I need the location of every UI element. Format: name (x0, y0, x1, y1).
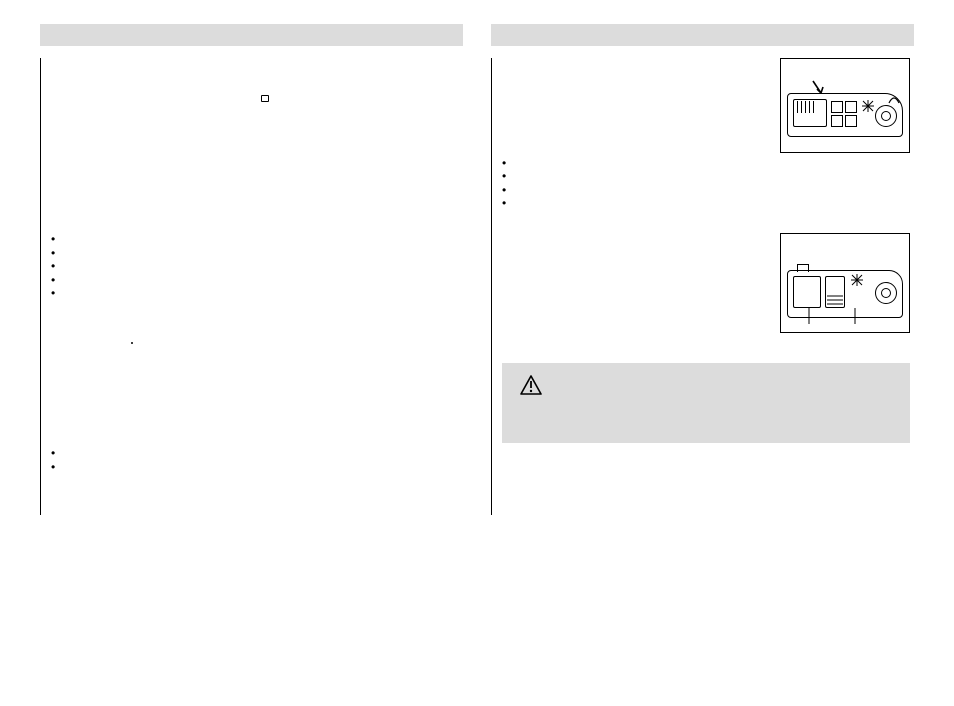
level-lines-icon (827, 294, 843, 306)
adjust-text: The dose selector has 6 positions. Start… (502, 473, 910, 509)
left-content: Use of detergent Only use detergents spe… (40, 58, 463, 515)
right-column: Rinse aid Adding rinse aid Rinse aid ens… (491, 24, 914, 515)
callout-line-b-icon (851, 308, 859, 324)
list-item: Set the rinse aid dosage to position 1 i… (51, 461, 459, 474)
fill-step-0: If the lid is closed: press the release … (51, 126, 459, 138)
callout-line-a-icon (805, 308, 813, 324)
combi-heading: Combi detergents (51, 413, 459, 425)
figure-stack: Cap (780, 58, 910, 333)
fill-heading: To fill the dispenser: (51, 110, 459, 122)
list-item: Combined (3-in-1) detergents with rinse … (51, 274, 459, 287)
dispenser-icon (261, 95, 269, 102)
snowflake-icon (851, 274, 863, 286)
figure-dispenser-open: A B (780, 233, 910, 333)
types-list: Powder detergent Liquid detergent Tablet… (51, 233, 459, 300)
fig2-label-b: B (847, 236, 852, 245)
list-item: Wipe up any spilt rinse aid with a cloth… (502, 197, 772, 222)
combi-list: Set the water softener to the lowest lev… (51, 447, 459, 473)
page: Detergent Use of detergent Only use dete… (0, 0, 954, 539)
concentrated-heading: Concentrated detergents (51, 354, 459, 366)
tiny-dot-row: placeholder (51, 336, 459, 348)
left-intro: Only use detergents specifically designe… (51, 80, 459, 104)
list-item: Set the water softener to the lowest lev… (51, 447, 459, 460)
concentrated-text: Based on their chemical composition, dis… (51, 370, 459, 406)
page-number-right: 7 (909, 672, 914, 682)
fill-step-1: Pour the detergent into the larger compa… (51, 144, 459, 156)
left-intro-text: Only use detergents specifically designe… (51, 81, 452, 103)
page-number-left: 6 (40, 672, 45, 682)
fig2-label-a: A (801, 236, 806, 245)
types-intro: There are several types of dishwasher de… (51, 215, 459, 227)
tiny-dot-text: placeholder (63, 337, 110, 347)
warning-text: Only ever use rinse aid designed for dis… (516, 375, 896, 411)
warning-triangle-icon (520, 375, 542, 395)
notch-icon (887, 91, 901, 105)
left-section-bar: Detergent (40, 24, 463, 46)
list-item: Powder detergent (51, 233, 459, 246)
combi-text: If using combined detergent products tha… (51, 429, 459, 441)
right-title: Adding rinse aid (502, 64, 772, 76)
left-title: Use of detergent (51, 64, 459, 76)
list-item: Tablets (51, 260, 459, 273)
right-split: Adding rinse aid Rinse aid ensures thoro… (502, 58, 910, 333)
fill-step-3: If using tablets, place one tablet in th… (51, 181, 459, 193)
right-text-block: Adding rinse aid Rinse aid ensures thoro… (502, 58, 772, 333)
warning-box: Only ever use rinse aid designed for dis… (502, 363, 910, 443)
types-heading: Different types of detergent (51, 199, 459, 211)
list-item: Concentrated detergents (51, 287, 459, 300)
left-column: Detergent Use of detergent Only use dete… (40, 24, 463, 515)
right-fill-heading: To fill the dispenser: (502, 122, 772, 134)
fig1-label: Cap (888, 61, 903, 70)
fill-step-2: Close the lid and press until it locks i… (51, 163, 459, 175)
right-section-bar: Rinse aid (491, 24, 914, 46)
right-fill-intro: Open the cap by turning it anticlockwise… (502, 138, 772, 150)
right-after: Top up the rinse aid when the indicator … (502, 229, 772, 253)
adjust-heading: Adjusting the dose (502, 457, 910, 469)
list-item: The dispenser holds about 110 ml of rins… (502, 170, 772, 183)
right-fill-list: Pour in the rinse aid until the containe… (502, 157, 772, 223)
right-content: Adding rinse aid Rinse aid ensures thoro… (491, 58, 914, 515)
dispenser-drawing-2 (787, 260, 903, 320)
right-intro: Rinse aid ensures thorough rinsing and s… (502, 80, 772, 116)
list-item: Pour in the rinse aid until the containe… (502, 157, 772, 170)
figure-dispenser-closed: Cap (780, 58, 910, 153)
snowflake-icon (861, 99, 875, 113)
list-item: Liquid detergent (51, 247, 459, 260)
types-after: Not all tablets dissolve fully on short … (51, 306, 459, 330)
dispenser-drawing-1 (787, 85, 903, 145)
list-item: Replace the cap and turn clockwise. (502, 184, 772, 197)
